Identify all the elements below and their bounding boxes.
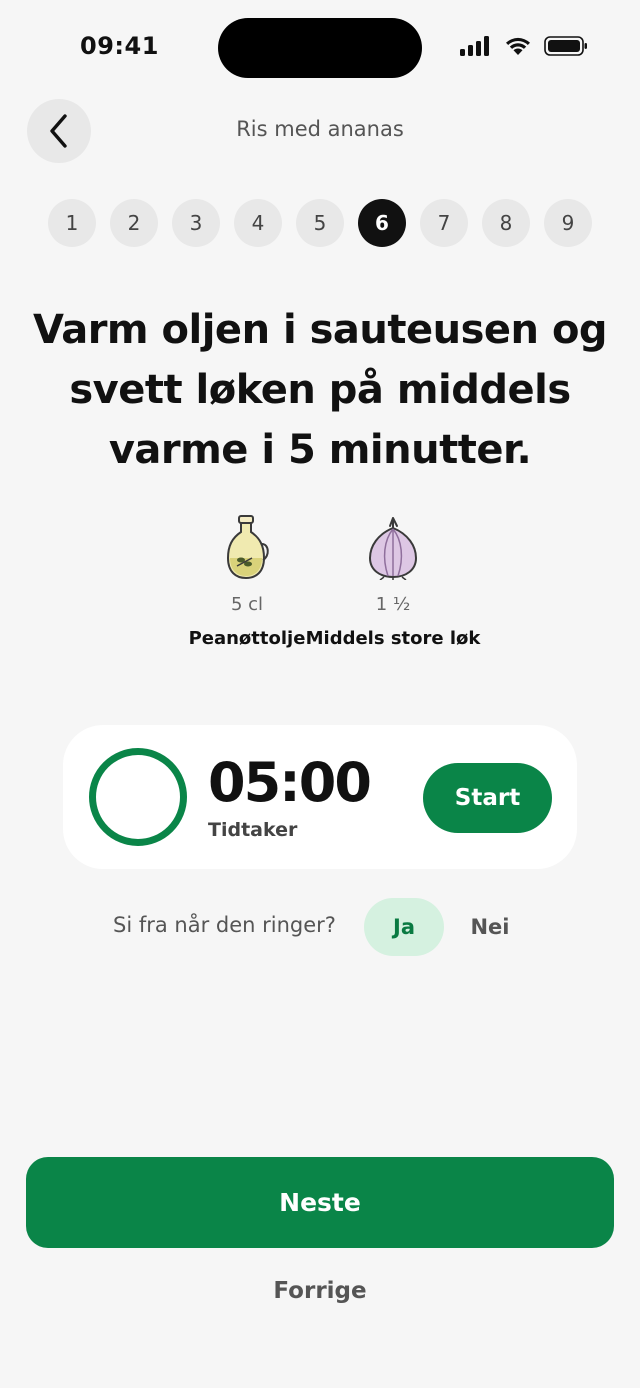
signal-icon [460,36,489,56]
timer-label: Tidtaker [208,819,298,841]
step-pill-9[interactable]: 9 [544,199,592,247]
previous-button[interactable]: Forrige [0,1278,640,1304]
recipe-title: Ris med ananas [236,117,404,141]
oil-bottle-icon [226,515,269,580]
step-navigation: 123456789 [48,199,592,247]
ingredient-amount: 1 ½ [375,594,411,615]
step-instruction: Varm oljen i sauteusen og svett løken på… [32,307,608,473]
battery-icon [544,36,587,56]
status-time: 09:41 [80,32,159,60]
start-timer-button[interactable]: Start [423,763,552,833]
notify-yes-button[interactable]: Ja [364,898,444,956]
step-pill-5[interactable]: 5 [296,199,344,247]
step-pill-7[interactable]: 7 [420,199,468,247]
ingredient-name: Middels store løk [305,628,481,649]
dynamic-island [218,18,422,78]
timer-value: 05:00 [208,751,372,814]
next-button[interactable]: Neste [26,1157,614,1248]
step-pill-2[interactable]: 2 [110,199,158,247]
notify-question: Si fra når den ringer? [113,913,336,937]
step-pill-6[interactable]: 6 [358,199,406,247]
step-pill-1[interactable]: 1 [48,199,96,247]
wifi-icon [506,37,530,55]
notify-no-button[interactable]: Nei [450,898,530,956]
status-icons [460,36,588,56]
step-pill-4[interactable]: 4 [234,199,282,247]
timer-ring [89,748,187,846]
step-pill-3[interactable]: 3 [172,199,220,247]
onion-icon [368,517,418,580]
step-pill-8[interactable]: 8 [482,199,530,247]
ingredient-item: 1 ½ Middels store løk [303,514,483,653]
timer-card: 05:00 Tidtaker Start [63,725,577,869]
